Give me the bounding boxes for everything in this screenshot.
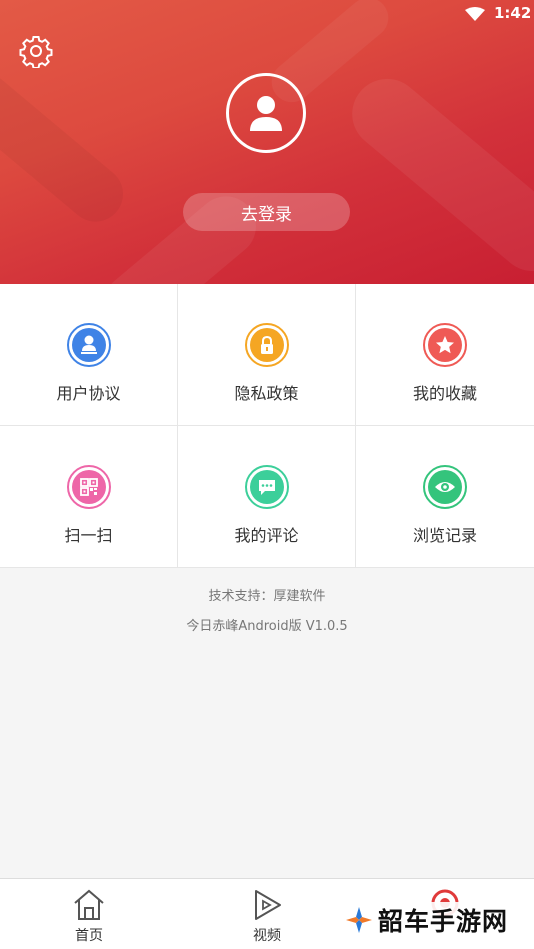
grid-item-my-favorites[interactable]: 我的收藏 xyxy=(356,284,534,426)
nav-tab-video[interactable]: 视频 xyxy=(178,879,356,949)
qr-code-icon xyxy=(66,465,111,509)
play-icon xyxy=(255,890,281,920)
grid-item-label: 我的评论 xyxy=(234,526,299,545)
grid-item-label: 扫一扫 xyxy=(64,526,113,545)
star-icon xyxy=(423,323,467,367)
login-button[interactable]: 去登录 xyxy=(183,193,350,231)
grid-item-label: 我的收藏 xyxy=(412,384,477,403)
watermark-text: 韶车手游网 xyxy=(378,907,509,936)
profile-header: 1:42 去登录 xyxy=(0,0,534,284)
lock-icon xyxy=(244,323,289,367)
nav-tab-home[interactable]: 首页 xyxy=(0,879,178,949)
grid-item-browse-history[interactable]: 浏览记录 xyxy=(356,426,534,568)
tech-support-text: 技术支持：厚建软件 xyxy=(208,589,326,604)
comment-icon xyxy=(244,465,289,509)
status-bar: 1:42 xyxy=(0,0,534,30)
grid-item-label: 用户协议 xyxy=(56,384,121,403)
header-decoration xyxy=(0,62,135,233)
settings-gear-icon[interactable] xyxy=(19,34,53,68)
watermark-logo-icon xyxy=(346,907,372,933)
wifi-icon xyxy=(465,7,485,21)
grid-item-label: 隐私政策 xyxy=(234,384,299,403)
status-time: 1:42 xyxy=(494,4,532,22)
home-icon xyxy=(74,889,104,920)
app-version-text: 今日赤峰Android版 V1.0.5 xyxy=(186,619,348,634)
avatar[interactable] xyxy=(226,73,306,153)
watermark: 韶车手游网 xyxy=(344,902,513,938)
grid-item-scan[interactable]: 扫一扫 xyxy=(0,426,178,568)
eye-icon xyxy=(423,465,467,509)
grid-item-label: 浏览记录 xyxy=(412,526,477,545)
nav-tab-label: 首页 xyxy=(75,928,103,944)
user-agreement-icon xyxy=(66,323,111,367)
grid-item-my-comments[interactable]: 我的评论 xyxy=(178,426,356,568)
feature-grid: 用户协议 隐私政策 我的收藏 扫一扫 我的评论 浏览记录 xyxy=(0,284,534,568)
user-silhouette-icon xyxy=(250,96,282,131)
header-decoration xyxy=(337,64,534,284)
grid-item-user-agreement[interactable]: 用户协议 xyxy=(0,284,178,426)
nav-tab-label: 视频 xyxy=(253,928,281,944)
grid-item-privacy-policy[interactable]: 隐私政策 xyxy=(178,284,356,426)
